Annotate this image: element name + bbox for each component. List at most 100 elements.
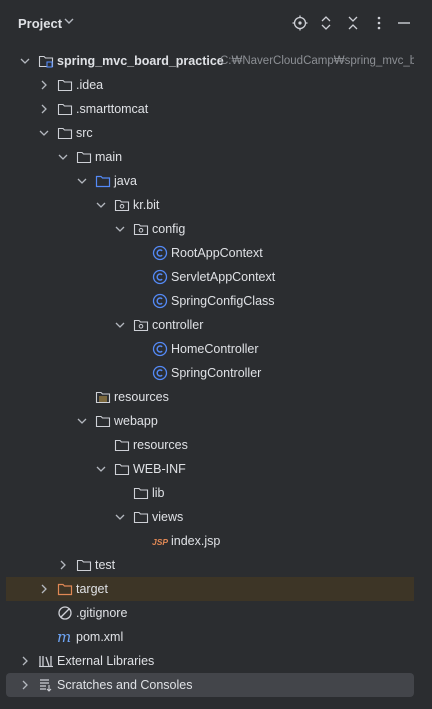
tree-item-label: spring_mvc_board_practice — [57, 54, 224, 68]
expand-collapse-icon[interactable] — [316, 13, 336, 33]
tree-item[interactable]: test — [6, 553, 414, 577]
tree-item[interactable]: External Libraries — [6, 649, 414, 673]
jsp-file-icon: JSP — [152, 533, 168, 549]
tree-item[interactable]: m pom.xml — [6, 625, 414, 649]
tree-item-label: resources — [133, 438, 188, 452]
tree-item[interactable]: resources — [6, 433, 414, 457]
header-actions — [290, 13, 425, 33]
tree-item[interactable]: JSP index.jsp — [6, 529, 414, 553]
folder-icon — [114, 437, 130, 453]
tree-item-label: kr.bit — [133, 198, 160, 212]
folder-icon — [57, 125, 73, 141]
tree-item-label: controller — [152, 318, 204, 332]
tree-item[interactable]: ServletAppContext — [6, 265, 414, 289]
tree-item[interactable]: java — [6, 169, 414, 193]
tree-item[interactable]: Scratches and Consoles — [6, 673, 414, 697]
chevron-right-icon[interactable] — [18, 654, 32, 668]
libraries-icon — [38, 653, 54, 669]
tree-item-label: resources — [114, 390, 169, 404]
tree-item[interactable]: kr.bit — [6, 193, 414, 217]
tree-item[interactable]: controller — [6, 313, 414, 337]
chevron-down-icon[interactable] — [113, 318, 127, 332]
chevron-right-icon[interactable] — [37, 102, 51, 116]
tree-item-label: webapp — [114, 414, 158, 428]
tree-item-label: pom.xml — [76, 630, 124, 644]
chevron-right-icon[interactable] — [37, 78, 51, 92]
chevron-down-icon[interactable] — [113, 510, 127, 524]
maven-icon: m — [57, 628, 73, 646]
tree-item-label: Scratches and Consoles — [57, 678, 193, 692]
svg-text:m: m — [57, 629, 71, 645]
tree-item[interactable]: HomeController — [6, 337, 414, 361]
tree-item[interactable]: target — [6, 577, 414, 601]
tree-item-label: src — [76, 126, 93, 140]
chevron-down-icon[interactable] — [37, 126, 51, 140]
more-options-icon[interactable] — [369, 13, 389, 33]
tree-item-label: config — [152, 222, 186, 236]
tree-item[interactable]: .gitignore — [6, 601, 414, 625]
class-icon — [152, 269, 168, 285]
tree-item[interactable]: spring_mvc_board_practice C:₩NaverCloudCa… — [6, 49, 414, 73]
folder-icon — [76, 149, 92, 165]
tree-item[interactable]: SpringController — [6, 361, 414, 385]
locate-icon[interactable] — [290, 13, 310, 33]
chevron-down-icon[interactable] — [75, 414, 89, 428]
tool-window-title[interactable]: Project — [18, 16, 62, 31]
chevron-down-icon[interactable] — [94, 198, 108, 212]
scrollbar[interactable] — [428, 50, 432, 320]
tree-item[interactable]: webapp — [6, 409, 414, 433]
folder-icon — [114, 461, 130, 477]
class-icon — [152, 293, 168, 309]
tree-item[interactable]: config — [6, 217, 414, 241]
excluded-folder-icon — [57, 581, 73, 597]
folder-icon — [133, 509, 149, 525]
tree-item-label: SpringController — [171, 366, 262, 380]
tree-item[interactable]: SpringConfigClass — [6, 289, 414, 313]
tree-item[interactable]: views — [6, 505, 414, 529]
tree-item[interactable]: RootAppContext — [6, 241, 414, 265]
project-tool-window: Project spring_mvc_board_practice C:₩Nav… — [0, 0, 432, 709]
package-icon — [114, 197, 130, 213]
class-icon — [152, 365, 168, 381]
tree-item[interactable]: resources — [6, 385, 414, 409]
tree-item[interactable]: lib — [6, 481, 414, 505]
chevron-down-icon[interactable] — [94, 462, 108, 476]
tree-item-label: RootAppContext — [171, 246, 263, 260]
class-icon — [152, 245, 168, 261]
tree-item-label: .smarttomcat — [76, 102, 149, 116]
tree-item[interactable]: src — [6, 121, 414, 145]
tree-item-label: java — [114, 174, 137, 188]
tree-item-label: WEB-INF — [133, 462, 186, 476]
tree-item-label: main — [95, 150, 123, 164]
chevron-down-icon[interactable] — [56, 150, 70, 164]
chevron-down-icon[interactable] — [113, 222, 127, 236]
collapse-all-icon[interactable] — [343, 13, 363, 33]
tree-item-label: views — [152, 510, 184, 524]
tool-window-header: Project — [0, 0, 432, 46]
chevron-right-icon[interactable] — [56, 558, 70, 572]
chevron-right-icon[interactable] — [18, 678, 32, 692]
minimize-icon[interactable] — [394, 13, 414, 33]
class-icon — [152, 341, 168, 357]
source-folder-icon — [95, 173, 111, 189]
tree-item-label: test — [95, 558, 116, 572]
chevron-down-icon[interactable] — [75, 174, 89, 188]
folder-icon — [57, 101, 73, 117]
chevron-down-icon[interactable] — [62, 14, 76, 28]
tree-item-label: External Libraries — [57, 654, 155, 668]
tree-item[interactable]: WEB-INF — [6, 457, 414, 481]
tree-item-label: SpringConfigClass — [171, 294, 275, 308]
folder-icon — [57, 77, 73, 93]
tree-item-label: .gitignore — [76, 606, 128, 620]
module-folder-icon — [38, 53, 54, 69]
tree-item[interactable]: .idea — [6, 73, 414, 97]
folder-icon — [76, 557, 92, 573]
tree-item-label: target — [76, 582, 108, 596]
tree-item-label: ServletAppContext — [171, 270, 276, 284]
tree-item[interactable]: main — [6, 145, 414, 169]
tree-item[interactable]: .smarttomcat — [6, 97, 414, 121]
folder-icon — [95, 413, 111, 429]
svg-text:JSP: JSP — [152, 537, 168, 547]
chevron-right-icon[interactable] — [37, 582, 51, 596]
chevron-down-icon[interactable] — [18, 54, 32, 68]
